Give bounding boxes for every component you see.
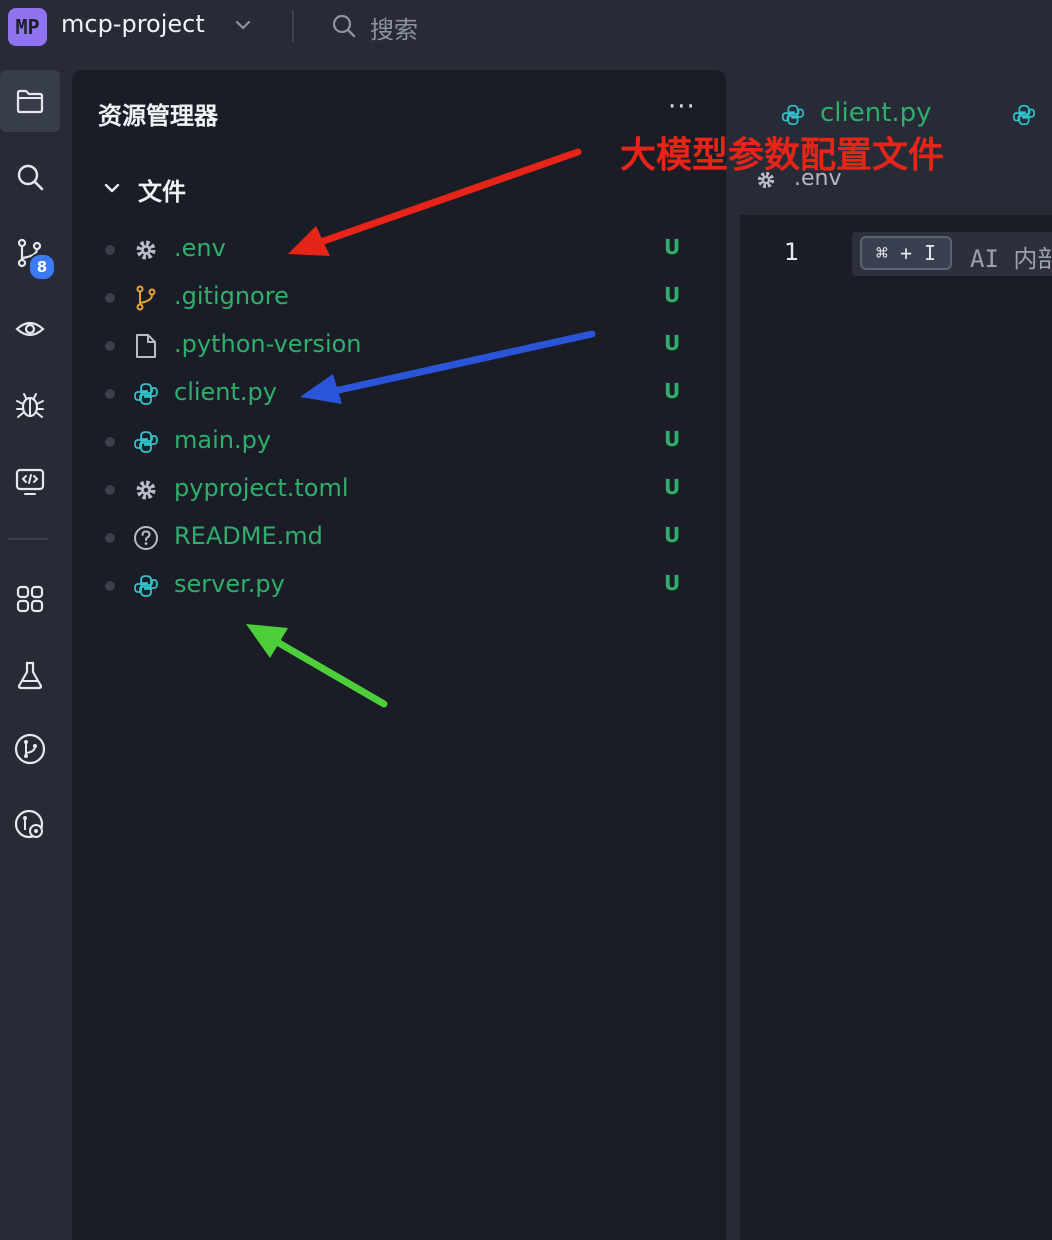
line-number: 1 xyxy=(784,238,800,266)
file-name: .python-version xyxy=(174,330,362,358)
git-lens-icon xyxy=(14,809,44,839)
git-lens-button[interactable] xyxy=(0,794,60,856)
file-name: main.py xyxy=(174,426,272,454)
source-control-badge: 8 xyxy=(28,253,56,281)
flask-icon xyxy=(17,661,43,690)
git-status-badge: U xyxy=(664,523,681,547)
file-dot xyxy=(105,245,115,255)
file-name: .gitignore xyxy=(174,282,289,310)
file-dot xyxy=(105,533,115,543)
git-status-badge: U xyxy=(664,475,681,499)
file-row-python-version[interactable]: .python-version U xyxy=(72,322,726,370)
file-row-env[interactable]: .env U xyxy=(72,226,726,274)
file-dot xyxy=(105,581,115,591)
file-name: server.py xyxy=(174,570,285,598)
chevron-down-icon[interactable] xyxy=(102,178,122,198)
file-row-gitignore[interactable]: .gitignore U xyxy=(72,274,726,322)
tab-client-py[interactable]: client.py xyxy=(820,98,932,128)
python-icon xyxy=(781,104,805,126)
watch-button[interactable] xyxy=(0,298,60,360)
file-dot xyxy=(105,485,115,495)
git-status-badge: U xyxy=(664,283,681,307)
eye-icon xyxy=(15,321,45,337)
topbar-divider xyxy=(292,10,294,42)
file-dot xyxy=(105,389,115,399)
ai-hint-text: AI 内部 xyxy=(970,245,1052,273)
top-bar: MP mcp-project 搜索 xyxy=(0,0,1052,56)
search-view-button[interactable] xyxy=(0,146,60,208)
search-label[interactable]: 搜索 xyxy=(370,10,418,45)
more-actions-icon[interactable]: ··· xyxy=(668,92,696,122)
testing-button[interactable] xyxy=(0,644,60,706)
python-icon xyxy=(134,575,158,597)
files-section-header[interactable]: 文件 xyxy=(138,172,186,207)
python-icon[interactable] xyxy=(1011,102,1037,128)
gear-icon xyxy=(136,240,156,260)
file-dot xyxy=(105,341,115,351)
annotation-label: 大模型参数配置文件 xyxy=(620,135,945,176)
editor-area: client.py .env 1 ⌘ + I AI 内部 xyxy=(740,70,1052,1240)
file-dot xyxy=(105,293,115,303)
file-name: .env xyxy=(174,234,226,262)
git-status-badge: U xyxy=(664,235,681,259)
gear-icon xyxy=(136,480,156,500)
explorer-button[interactable] xyxy=(0,70,60,132)
explorer-panel: 资源管理器 ··· 文件 .env U .gitignore U .python… xyxy=(72,70,726,1240)
remote-button[interactable] xyxy=(0,450,60,512)
git-branch-icon xyxy=(136,285,156,311)
activity-bar: 8 xyxy=(0,56,60,1234)
file-row-client-py[interactable]: client.py U xyxy=(72,370,726,418)
shortcut-key: ⌘ + I xyxy=(860,236,952,270)
python-icon xyxy=(134,431,158,453)
extensions-button[interactable] xyxy=(0,568,60,630)
file-dot xyxy=(105,437,115,447)
activity-separator xyxy=(8,538,48,540)
file-row-server-py[interactable]: server.py U xyxy=(72,562,726,610)
file-row-main-py[interactable]: main.py U xyxy=(72,418,726,466)
git-status-badge: U xyxy=(664,379,681,403)
file-row-pyproject-toml[interactable]: pyproject.toml U xyxy=(72,466,726,514)
python-icon xyxy=(134,383,158,405)
bug-icon xyxy=(16,393,44,418)
debug-button[interactable] xyxy=(0,374,60,436)
file-icon xyxy=(136,334,156,358)
chevron-down-icon[interactable] xyxy=(232,14,254,36)
search-icon xyxy=(17,164,44,191)
git-status-badge: U xyxy=(664,571,681,595)
extensions-icon xyxy=(16,585,44,613)
file-name: client.py xyxy=(174,378,277,406)
file-name: README.md xyxy=(174,522,323,550)
folder-icon xyxy=(16,89,44,114)
ai-hint[interactable]: ⌘ + I AI 内部 xyxy=(852,232,1052,276)
question-icon xyxy=(134,526,158,550)
git-status-badge: U xyxy=(664,331,681,355)
project-name[interactable]: mcp-project xyxy=(61,10,205,38)
file-name: pyproject.toml xyxy=(174,474,349,502)
git-status-badge: U xyxy=(664,427,681,451)
git-graph-icon xyxy=(14,733,46,765)
explorer-title: 资源管理器 xyxy=(98,102,218,130)
remote-screen-icon xyxy=(15,468,45,495)
git-graph-button[interactable] xyxy=(0,718,60,780)
project-badge[interactable]: MP xyxy=(8,8,47,46)
search-icon[interactable] xyxy=(330,12,358,40)
file-row-readme[interactable]: README.md U xyxy=(72,514,726,562)
